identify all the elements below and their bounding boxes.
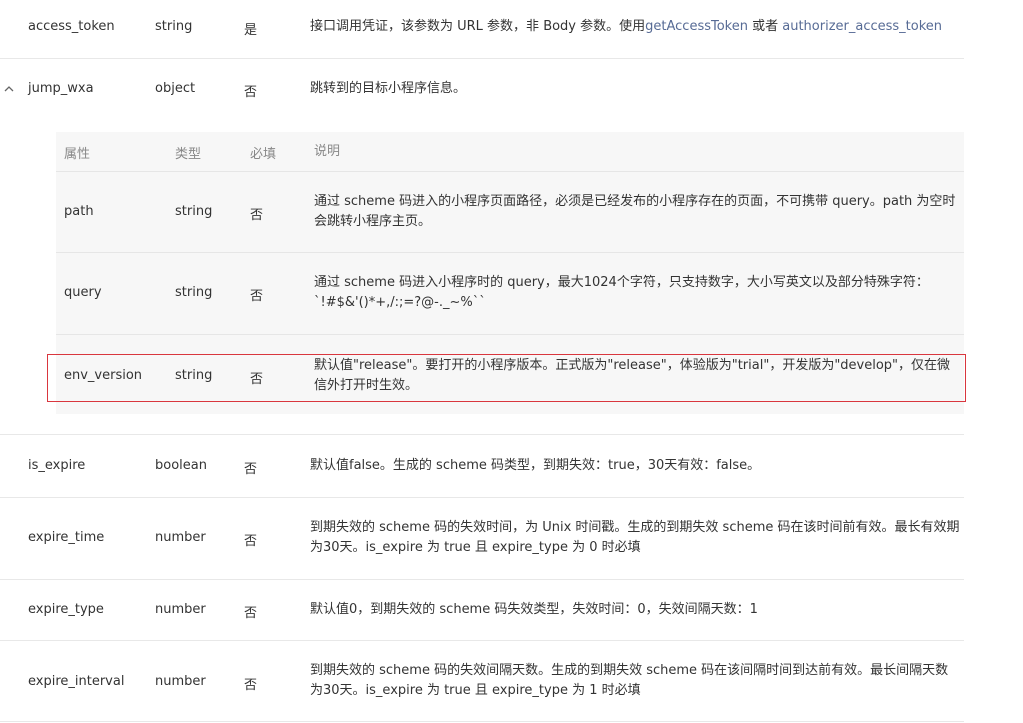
param-name: env_version <box>64 368 143 383</box>
param-name: expire_type <box>28 602 104 617</box>
param-required: 否 <box>244 85 258 100</box>
nested-table-header: 属性 类型 必填 说明 <box>56 132 964 172</box>
param-description: 默认值0，到期失效的 scheme 码失效类型，失效时间：0，失效间隔天数：1 <box>310 602 758 617</box>
header-required: 必填 <box>250 147 277 162</box>
param-type: number <box>155 602 206 617</box>
nested-table-row: env_version string 否 默认值"release"。要打开的小程… <box>56 335 964 414</box>
chevron-up-icon[interactable] <box>4 83 14 96</box>
param-description: 默认值false。生成的 scheme 码类型，到期失效：true，30天有效：… <box>310 458 761 473</box>
param-description: 跳转到的目标小程序信息。 <box>310 81 467 96</box>
param-type: number <box>155 530 206 545</box>
param-name: query <box>64 285 102 300</box>
header-type: 类型 <box>175 147 202 162</box>
param-description: 到期失效的 scheme 码的失效间隔天数。生成的到期失效 scheme 码在该… <box>310 663 949 698</box>
param-name: access_token <box>28 19 115 34</box>
nested-table-row: query string 否 通过 scheme 码进入小程序时的 query，… <box>56 253 964 335</box>
authorizer-access-token-link[interactable]: authorizer_access_token <box>782 19 942 34</box>
param-description: 默认值"release"。要打开的小程序版本。正式版为"release"，体验版… <box>314 358 951 393</box>
param-type: number <box>155 674 206 689</box>
param-description: 通过 scheme 码进入小程序时的 query，最大1024个字符，只支持数字… <box>314 275 929 310</box>
param-description: 接口调用凭证，该参数为 URL 参数，非 Body 参数。使用getAccess… <box>310 19 943 34</box>
header-description: 说明 <box>314 144 341 159</box>
nested-table: 属性 类型 必填 说明 path string 否 通过 scheme 码进入的… <box>56 132 964 414</box>
param-required: 否 <box>250 289 264 304</box>
param-description: 通过 scheme 码进入的小程序页面路径，必须是已经发布的小程序存在的页面，不… <box>314 194 956 229</box>
nested-table-row: path string 否 通过 scheme 码进入的小程序页面路径，必须是已… <box>56 172 964 253</box>
table-row: is_expire boolean 否 默认值false。生成的 scheme … <box>0 435 964 498</box>
param-type: string <box>175 204 213 219</box>
param-type: boolean <box>155 458 207 473</box>
param-name: path <box>64 204 94 219</box>
table-row: expire_interval number 否 到期失效的 scheme 码的… <box>0 641 964 722</box>
param-required: 否 <box>244 606 258 621</box>
param-required: 否 <box>244 678 258 693</box>
param-type: string <box>155 19 193 34</box>
param-name: is_expire <box>28 458 86 473</box>
table-row: expire_type number 否 默认值0，到期失效的 scheme 码… <box>0 580 964 641</box>
table-row: access_token string 是 接口调用凭证，该参数为 URL 参数… <box>0 0 964 59</box>
param-type: string <box>175 285 213 300</box>
param-type: object <box>155 81 196 96</box>
getaccesstoken-link[interactable]: getAccessToken <box>645 19 748 34</box>
param-required: 否 <box>244 534 258 549</box>
param-name: expire_interval <box>28 674 125 689</box>
param-name: expire_time <box>28 530 105 545</box>
table-row: expire_time number 否 到期失效的 scheme 码的失效时间… <box>0 498 964 580</box>
param-description: 到期失效的 scheme 码的失效时间，为 Unix 时间戳。生成的到期失效 s… <box>310 520 960 555</box>
param-required: 否 <box>250 208 264 223</box>
param-required: 否 <box>250 372 264 387</box>
param-type: string <box>175 368 213 383</box>
param-name: jump_wxa <box>28 81 94 96</box>
param-required: 否 <box>244 462 258 477</box>
header-attr: 属性 <box>64 147 91 162</box>
param-required: 是 <box>244 23 258 38</box>
